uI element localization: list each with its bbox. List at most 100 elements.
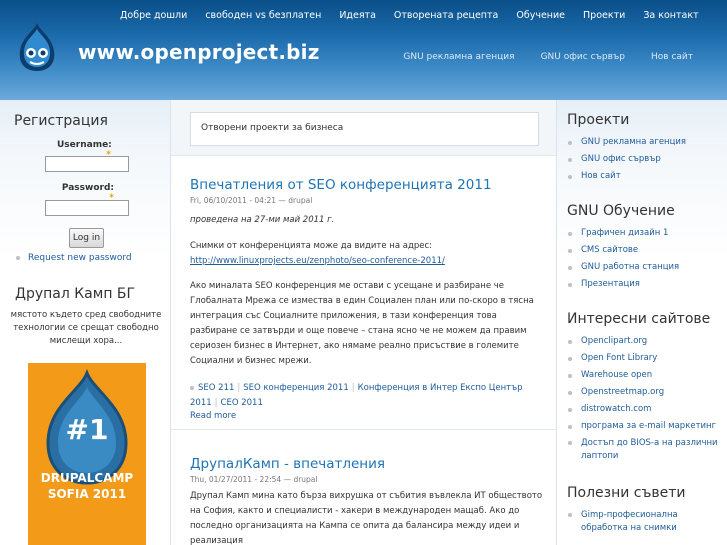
login-block-title: Регистрация <box>14 113 108 129</box>
projects-item[interactable]: Нов сайт <box>567 168 723 185</box>
projects-item-label[interactable]: Нов сайт <box>581 171 621 181</box>
primary-nav: Добре дошли свободен vs безплатен Идеята… <box>120 10 717 21</box>
tips-item[interactable]: Gimp-професионална обработка на снимки <box>567 507 723 537</box>
secondary-nav: GNU рекламна агенция GNU офис сървър Нов… <box>377 52 693 62</box>
secnav-gnu-agency[interactable]: GNU рекламна агенция <box>403 52 514 62</box>
tips-block: Полезни съвети Gimp-професионална обрабо… <box>567 485 723 537</box>
tips-block-title: Полезни съвети <box>567 485 686 501</box>
right-sidebar: Проекти GNU рекламна агенция GNU офис съ… <box>557 100 727 545</box>
bullet-icon <box>568 441 572 445</box>
request-password-item: Request new password <box>16 253 132 263</box>
training-item[interactable]: Графичен дизайн 1 <box>567 225 723 242</box>
article-body: проведена на 27-ми май 2011 г. Снимки от… <box>190 213 545 369</box>
article-title-link[interactable]: Впечатления от SEO конференцията 2011 <box>190 177 545 193</box>
training-item-label[interactable]: Презентация <box>581 279 640 289</box>
node-divider <box>171 429 556 430</box>
article-paragraph: Друпал Камп мина като бърза вихрушка от … <box>190 491 543 545</box>
sites-item[interactable]: Openclipart.org <box>567 333 723 350</box>
login-button[interactable]: Log in <box>69 228 104 248</box>
bullet-icon <box>568 283 572 287</box>
secnav-new-site[interactable]: Нов сайт <box>651 52 693 62</box>
sites-item-label[interactable]: Open Font Library <box>581 353 657 363</box>
article-meta: Thu, 01/27/2011 - 22:54 — drupal <box>190 475 318 484</box>
nav-training[interactable]: Обучение <box>516 10 565 21</box>
sites-item-label[interactable]: distrowatch.com <box>581 404 651 414</box>
sites-item-label[interactable]: Openstreetmap.org <box>581 387 664 397</box>
drupalcamp-banner[interactable]: #1 DRUPALCAMP SOFIA 2011 <box>28 363 146 545</box>
training-item[interactable]: CMS сайтове <box>567 242 723 259</box>
nav-idea[interactable]: Идеята <box>339 10 376 21</box>
sites-item[interactable]: Open Font Library <box>567 350 723 367</box>
sites-item[interactable]: distrowatch.com <box>567 401 723 418</box>
bullet-icon <box>568 391 572 395</box>
nav-open-recipe[interactable]: Отворената рецепта <box>394 10 498 21</box>
projects-item[interactable]: GNU офис сървър <box>567 151 723 168</box>
bullet-icon <box>568 513 572 517</box>
article-node: Впечатления от SEO конференцията 2011 Fr… <box>190 177 545 421</box>
sites-item[interactable]: Достъп до BIOS-а на различни лаптопи <box>567 435 723 465</box>
site-name-link[interactable]: www.openproject.biz <box>78 40 320 64</box>
tag-link[interactable]: SEO конференция 2011 <box>243 383 349 393</box>
sites-item[interactable]: Warehouse open <box>567 367 723 384</box>
article-paragraph: Снимки от конференцията може да видите н… <box>190 241 433 251</box>
banner-line2: SOFIA 2011 <box>47 487 127 501</box>
tag-link[interactable]: SEO 211 <box>198 383 234 393</box>
article-tags: SEO 211 | SEO конференция 2011 | Конференция… <box>190 381 545 411</box>
projects-item-label[interactable]: GNU рекламна агенция <box>581 137 686 147</box>
request-password-link[interactable]: Request new password <box>28 253 132 263</box>
bullet-icon <box>568 340 572 344</box>
banner-line1: DRUPALCAMP <box>40 471 134 485</box>
secnav-gnu-office-server[interactable]: GNU офис сървър <box>541 52 625 62</box>
projects-item-label[interactable]: GNU офис сървър <box>581 154 661 164</box>
tag-separator: | <box>351 383 355 393</box>
article-photo-link[interactable]: http://www.linuxprojects.eu/zenphoto/seo… <box>190 256 445 266</box>
nav-welcome[interactable]: Добре дошли <box>120 10 187 21</box>
bullet-icon <box>568 175 572 179</box>
nav-contact[interactable]: За контакт <box>643 10 698 21</box>
sites-item[interactable]: Openstreetmap.org <box>567 384 723 401</box>
username-label-text: Username: <box>57 140 112 150</box>
bullet-icon <box>568 425 572 429</box>
sites-item[interactable]: програма за e-mail маркетинг <box>567 418 723 435</box>
nav-free-vs-gratis[interactable]: свободен vs безплатен <box>205 10 321 21</box>
site-header: www.openproject.biz Добре дошли свободен… <box>0 0 727 100</box>
article-lead: проведена на 27-ми май 2011 г. <box>190 215 335 225</box>
bullet-icon <box>568 357 572 361</box>
bullet-icon <box>568 374 572 378</box>
nav-projects[interactable]: Проекти <box>583 10 625 21</box>
training-item-label[interactable]: CMS сайтове <box>581 245 638 255</box>
password-label-text: Password: <box>61 183 114 193</box>
username-input[interactable] <box>45 156 129 172</box>
training-block-title: GNU Обучение <box>567 203 675 219</box>
training-block: GNU Обучение Графичен дизайн 1 CMS сайто… <box>567 203 723 293</box>
training-item[interactable]: GNU работна станция <box>567 259 723 276</box>
training-item-label[interactable]: Графичен дизайн 1 <box>581 228 668 238</box>
drupalcamp-text: мястото където сред свободните технологи… <box>10 310 162 346</box>
bullet-icon <box>568 158 572 162</box>
projects-block: Проекти GNU рекламна агенция GNU офис съ… <box>567 112 723 185</box>
bullet-icon <box>568 266 572 270</box>
drupal-logo-icon[interactable] <box>14 21 60 73</box>
password-input[interactable] <box>45 200 129 216</box>
sites-item-label[interactable]: Достъп до BIOS-а на различни лаптопи <box>581 438 718 461</box>
bullet-icon <box>568 141 572 145</box>
sites-item-label[interactable]: Warehouse open <box>581 370 652 380</box>
sites-item-label[interactable]: програма за e-mail маркетинг <box>581 421 716 431</box>
bullet-icon <box>568 249 572 253</box>
left-sidebar: Регистрация Username: * Password: * Log … <box>0 100 170 545</box>
tag-link[interactable]: СЕО 2011 <box>221 398 263 408</box>
sites-item-label[interactable]: Openclipart.org <box>581 336 647 346</box>
projects-item[interactable]: GNU рекламна агенция <box>567 134 723 151</box>
sites-block-title: Интересни сайтове <box>567 311 711 327</box>
sites-block: Интересни сайтове Openclipart.org Open F… <box>567 311 723 465</box>
tag-separator: | <box>237 383 241 393</box>
training-item[interactable]: Презентация <box>567 276 723 293</box>
read-more-link[interactable]: Read more <box>190 411 545 421</box>
bullet-icon <box>568 408 572 412</box>
article-paragraph: Ако миналата SEO конференция ме остави с… <box>190 281 534 366</box>
banner-number: #1 <box>65 413 109 446</box>
tips-item-label[interactable]: Gimp-професионална обработка на снимки <box>581 510 678 533</box>
training-item-label[interactable]: GNU работна станция <box>581 262 679 272</box>
tag-separator: | <box>214 398 218 408</box>
article-title-link[interactable]: ДрупалКамп - впечатления <box>190 456 545 472</box>
